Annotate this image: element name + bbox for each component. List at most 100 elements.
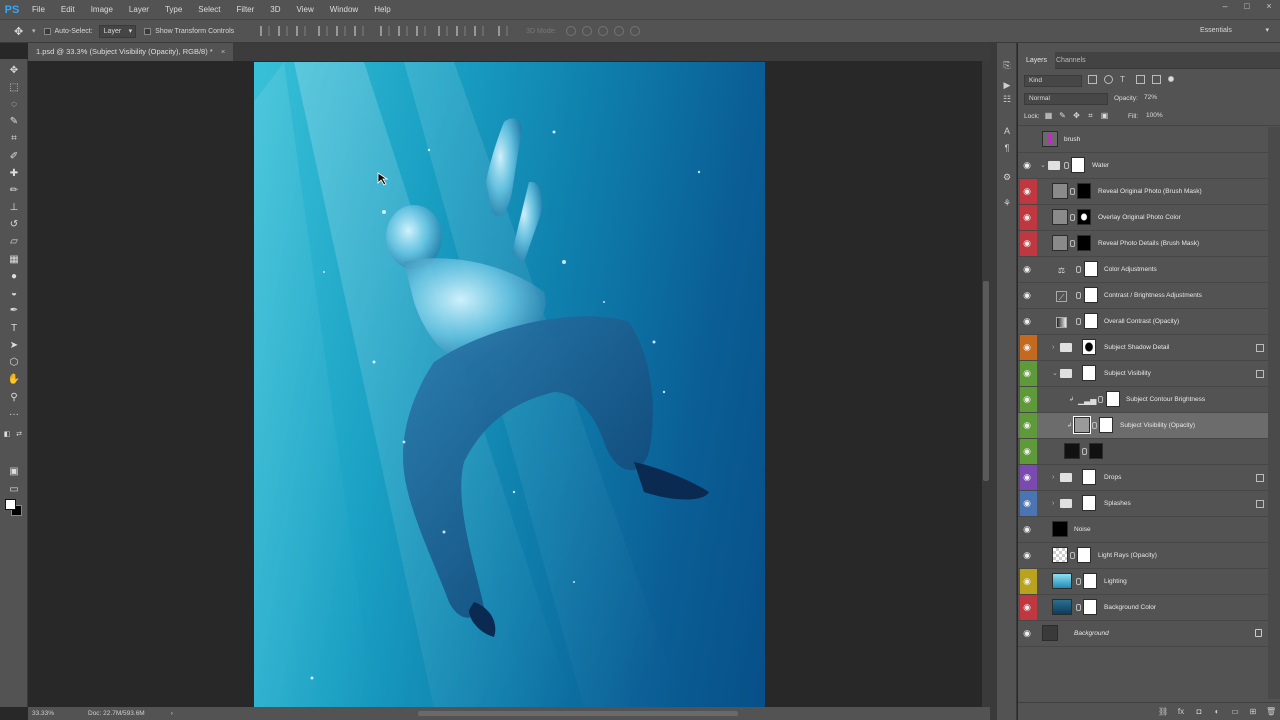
group-expand-chevron-icon[interactable]: ⌄ [1052,370,1058,377]
vertical-scroll-thumb[interactable] [983,281,989,481]
lock-artboard-icon[interactable]: ⌗ [1086,111,1095,120]
align-left-icon[interactable] [318,26,329,36]
lock-position-icon[interactable]: ✥ [1072,111,1081,120]
new-layer-icon[interactable]: ⊞ [1248,707,1258,717]
3d-drag-icon[interactable] [597,26,608,36]
align-bottom-icon[interactable] [296,26,307,36]
eraser-tool-icon[interactable]: ▱ [6,234,22,248]
visibility-eye-icon[interactable]: ◉ [1022,421,1032,430]
lock-image-icon[interactable]: ✎ [1058,111,1067,120]
swap-colors-icon[interactable]: ⇄ [15,427,23,441]
mask-link-icon[interactable] [1082,448,1087,455]
distribute-vcenter-icon[interactable] [398,26,409,36]
layer-mask-thumbnail[interactable] [1071,157,1085,173]
align-top-icon[interactable] [260,26,271,36]
3d-slide-icon[interactable] [613,26,624,36]
maximize-button[interactable]: □ [1236,0,1258,13]
mask-link-icon[interactable] [1076,318,1081,325]
document-tab-close-icon[interactable]: × [221,47,225,56]
menu-file[interactable]: File [24,0,53,19]
tool-preset-chevron-icon[interactable]: ▾ [32,27,36,35]
move-tool-icon[interactable]: ✥ [6,63,22,77]
path-selection-tool-icon[interactable]: ➤ [6,338,22,352]
filter-adjustment-icon[interactable] [1104,75,1113,84]
layer-row-reveal-photo-details[interactable]: ◉ Reveal Photo Details (Brush Mask) [1018,231,1268,257]
visibility-eye-icon[interactable]: ◉ [1022,213,1032,222]
visibility-eye-icon[interactable]: ◉ [1022,473,1032,482]
mask-link-icon[interactable] [1076,292,1081,299]
adjustments-panel-icon[interactable]: ⚙ [1001,171,1013,183]
properties-panel-icon[interactable]: ☷ [1001,93,1013,105]
auto-select-checkbox[interactable] [43,27,51,35]
distribute-bottom-icon[interactable] [416,26,427,36]
link-layers-icon[interactable]: ⛓ [1158,707,1168,717]
filter-toggle-icon[interactable] [1168,76,1174,82]
align-right-icon[interactable] [354,26,365,36]
menu-image[interactable]: Image [83,0,121,19]
visibility-eye-icon[interactable]: ◉ [1022,629,1032,638]
layer-mask-thumbnail[interactable] [1077,235,1091,251]
horizontal-scroll-thumb[interactable] [418,711,738,716]
layer-mask-thumbnail[interactable] [1083,599,1097,615]
character-panel-icon[interactable]: A [1001,125,1013,137]
layer-row-color-adjustments[interactable]: ◉ ⚖ Color Adjustments [1018,257,1268,283]
menu-select[interactable]: Select [190,0,228,19]
layer-row-overall-contrast[interactable]: ◉ Overall Contrast (Opacity) [1018,309,1268,335]
mask-link-icon[interactable] [1076,266,1081,273]
visibility-eye-icon[interactable]: ◉ [1022,239,1032,248]
layer-row-subject-contour-brightness[interactable]: ◉ ↲ ▁▃▅ Subject Contour Brightness [1018,387,1268,413]
fill-input[interactable]: 100% [1142,111,1172,123]
layer-row-drops[interactable]: ◉ › Drops [1018,465,1268,491]
clone-stamp-tool-icon[interactable]: ⊥ [6,200,22,214]
visibility-eye-icon[interactable]: ◉ [1022,369,1032,378]
new-group-icon[interactable]: ▭ [1230,707,1240,717]
layer-mask-thumbnail[interactable] [1099,417,1113,433]
shape-tool-icon[interactable]: ⬡ [6,355,22,369]
menu-edit[interactable]: Edit [53,0,83,19]
hand-tool-icon[interactable]: ✋ [6,372,22,386]
filter-pixel-icon[interactable] [1088,75,1097,84]
history-panel-icon[interactable]: ⎘ [1001,59,1013,71]
eyedropper-tool-icon[interactable]: ✐ [6,149,22,163]
layer-mask-thumbnail[interactable] [1106,391,1120,407]
blend-mode-dropdown[interactable]: Normal [1024,93,1108,105]
layer-mask-thumbnail[interactable] [1082,339,1096,355]
layer-row-noise[interactable]: ◉ Noise [1018,517,1268,543]
new-adjustment-layer-icon[interactable]: ◐ [1212,707,1222,717]
layer-row-light-rays[interactable]: ◉ Light Rays (Opacity) [1018,543,1268,569]
document-canvas[interactable] [254,62,765,708]
layer-mask-thumbnail[interactable] [1084,313,1098,329]
layer-mask-thumbnail[interactable] [1084,261,1098,277]
layer-mask-thumbnail[interactable] [1082,495,1096,511]
lasso-tool-icon[interactable]: ◌ [6,97,22,111]
visibility-eye-icon[interactable]: ◉ [1022,447,1032,456]
distribute-right-icon[interactable] [474,26,485,36]
layer-mask-thumbnail[interactable] [1077,183,1091,199]
filter-kind-dropdown[interactable]: Kind [1024,75,1082,87]
actions-panel-icon[interactable]: ▶ [1001,79,1013,91]
3d-roll-icon[interactable] [581,26,592,36]
foreground-color-swatch[interactable] [5,499,16,510]
mask-link-icon[interactable] [1076,578,1081,585]
close-button[interactable]: × [1258,0,1280,13]
pen-tool-icon[interactable]: ✒ [6,303,22,317]
marquee-tool-icon[interactable]: ⬚ [6,80,22,94]
brush-tool-icon[interactable]: ✏ [6,183,22,197]
menu-window[interactable]: Window [322,0,366,19]
layer-row-reveal-original-photo[interactable]: ◉ Reveal Original Photo (Brush Mask) [1018,179,1268,205]
menu-3d[interactable]: 3D [262,0,288,19]
lock-transparency-icon[interactable]: ▦ [1044,111,1053,120]
healing-brush-tool-icon[interactable]: ✚ [6,166,22,180]
layer-row-subject-visibility-opacity[interactable]: ◉ ↲ Subject Visibility (Opacity) [1018,413,1268,439]
group-expand-chevron-icon[interactable]: › [1052,344,1058,351]
mask-link-icon[interactable] [1070,188,1075,195]
mask-link-icon[interactable] [1070,552,1075,559]
visibility-eye-icon[interactable]: ◉ [1022,265,1032,274]
layer-mask-thumbnail[interactable] [1077,209,1091,225]
layer-row-overlay-original-photo-color[interactable]: ◉ Overlay Original Photo Color [1018,205,1268,231]
tab-channels[interactable]: Channels [1048,52,1094,69]
delete-layer-icon[interactable]: 🗑 [1266,707,1276,717]
opacity-input[interactable]: 72% [1140,93,1172,105]
show-transform-checkbox[interactable] [144,27,152,35]
visibility-eye-icon[interactable]: ◉ [1022,343,1032,352]
